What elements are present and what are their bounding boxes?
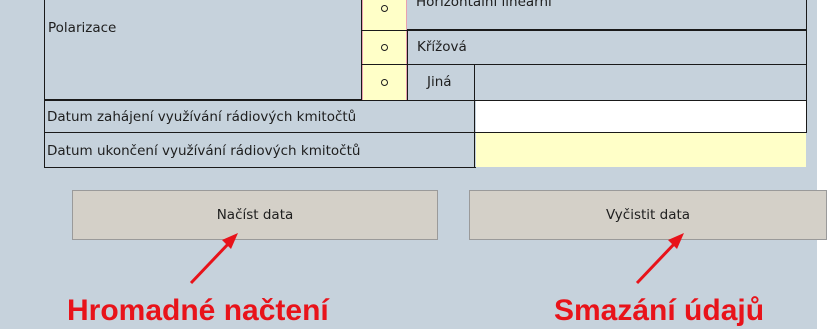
annotation-arrows (189, 233, 684, 285)
load-annotation-arrow (189, 233, 238, 285)
clear-annotation-caption: Smazání údajů (554, 294, 765, 327)
load-annotation-caption: Hromadné načtení (67, 294, 329, 327)
clear-annotation-arrow (635, 233, 684, 285)
